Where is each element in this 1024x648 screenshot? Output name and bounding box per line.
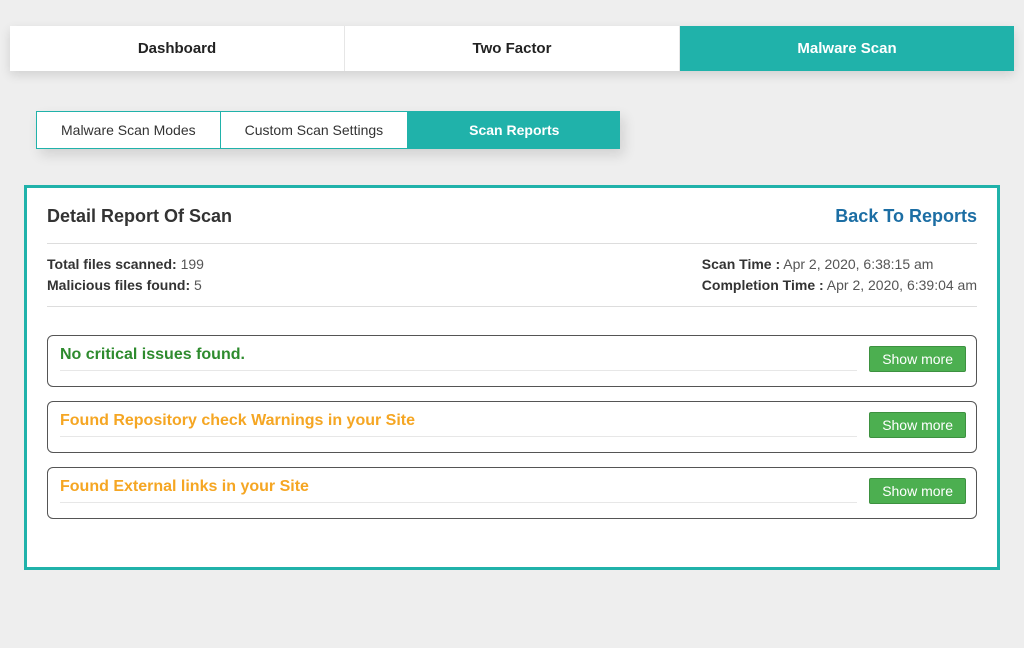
tab-dashboard[interactable]: Dashboard xyxy=(10,26,345,71)
summary-right: Scan Time : Apr 2, 2020, 6:38:15 am Comp… xyxy=(702,254,977,296)
completion-time-label: Completion Time : xyxy=(702,277,824,293)
report-panel: Detail Report Of Scan Back To Reports To… xyxy=(24,185,1000,570)
issue-external-links: Found External links in your Site Show m… xyxy=(47,467,977,519)
sub-tabs: Malware Scan Modes Custom Scan Settings … xyxy=(36,111,620,149)
issue-no-critical-title: No critical issues found. xyxy=(60,346,857,371)
scan-time-value: Apr 2, 2020, 6:38:15 am xyxy=(783,256,933,272)
issue-external-title: Found External links in your Site xyxy=(60,478,857,503)
issue-repository-warnings: Found Repository check Warnings in your … xyxy=(47,401,977,453)
total-files-label: Total files scanned: xyxy=(47,256,177,272)
summary-left: Total files scanned: 199 Malicious files… xyxy=(47,254,204,296)
tab-malware-scan[interactable]: Malware Scan xyxy=(680,26,1014,71)
panel-header: Detail Report Of Scan Back To Reports xyxy=(47,206,977,227)
scan-summary: Total files scanned: 199 Malicious files… xyxy=(47,243,977,307)
main-tabs: Dashboard Two Factor Malware Scan xyxy=(10,26,1014,71)
total-files-value: 199 xyxy=(181,256,204,272)
issue-no-critical: No critical issues found. Show more xyxy=(47,335,977,387)
back-to-reports-link[interactable]: Back To Reports xyxy=(835,206,977,227)
panel-title: Detail Report Of Scan xyxy=(47,206,232,227)
show-more-external[interactable]: Show more xyxy=(869,478,966,504)
subtab-custom-settings[interactable]: Custom Scan Settings xyxy=(221,111,409,149)
show-more-no-critical[interactable]: Show more xyxy=(869,346,966,372)
show-more-repository[interactable]: Show more xyxy=(869,412,966,438)
issue-repository-title: Found Repository check Warnings in your … xyxy=(60,412,857,437)
subtab-scan-reports[interactable]: Scan Reports xyxy=(408,111,620,149)
scan-time-label: Scan Time : xyxy=(702,256,780,272)
malicious-files-value: 5 xyxy=(194,277,202,293)
malicious-files-label: Malicious files found: xyxy=(47,277,190,293)
completion-time-value: Apr 2, 2020, 6:39:04 am xyxy=(827,277,977,293)
tab-two-factor[interactable]: Two Factor xyxy=(345,26,680,71)
subtab-scan-modes[interactable]: Malware Scan Modes xyxy=(36,111,221,149)
